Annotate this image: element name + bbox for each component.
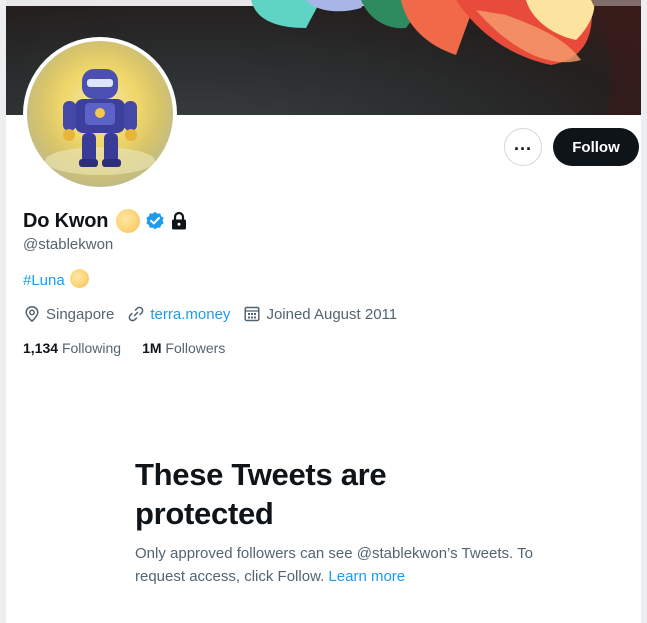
protected-title: These Tweets are protected — [135, 457, 387, 531]
display-name: Do Kwon — [23, 209, 109, 232]
bio-hashtag-link[interactable]: #Luna — [23, 272, 65, 289]
following-count: 1,134 — [23, 340, 59, 356]
calendar-icon — [244, 306, 260, 322]
more-options-button[interactable]: ... — [504, 128, 542, 166]
moon-emoji-icon — [69, 269, 89, 288]
location-item: Singapore — [23, 305, 114, 323]
follow-stats: 1,134 Following 1M Followers — [23, 340, 246, 356]
profile-meta: Singapore terra.money Joined August 2011 — [23, 305, 410, 323]
website-item: terra.money — [127, 305, 230, 323]
following-label: Following — [61, 340, 122, 356]
lock-icon[interactable] — [170, 211, 188, 231]
followers-label: Followers — [165, 340, 226, 356]
avatar[interactable] — [27, 41, 173, 187]
joined-item: Joined August 2011 — [243, 305, 397, 323]
location-text: Singapore — [46, 305, 115, 323]
followers-count: 1M — [142, 340, 162, 356]
name-row: Do Kwon — [23, 207, 188, 235]
website-link[interactable]: terra.money — [150, 306, 230, 323]
location-pin-icon — [25, 306, 39, 323]
window-frame-right — [641, 0, 647, 623]
followers-stat[interactable]: 1M Followers — [142, 340, 225, 356]
following-stat[interactable]: 1,134 Following — [23, 340, 121, 356]
joined-text: Joined August 2011 — [266, 305, 398, 323]
bio: #Luna — [23, 269, 89, 289]
learn-more-link[interactable]: Learn more — [328, 568, 405, 585]
user-handle: @stablekwon — [23, 236, 114, 253]
more-horizontal-icon: ... — [513, 134, 532, 154]
moon-emoji-icon — [116, 209, 141, 233]
link-icon — [129, 306, 144, 322]
robot-avatar-image — [45, 69, 155, 175]
follow-button[interactable]: Follow — [553, 128, 639, 166]
verified-badge-icon[interactable] — [145, 211, 165, 231]
protected-description: Only approved followers can see @stablek… — [135, 542, 535, 588]
